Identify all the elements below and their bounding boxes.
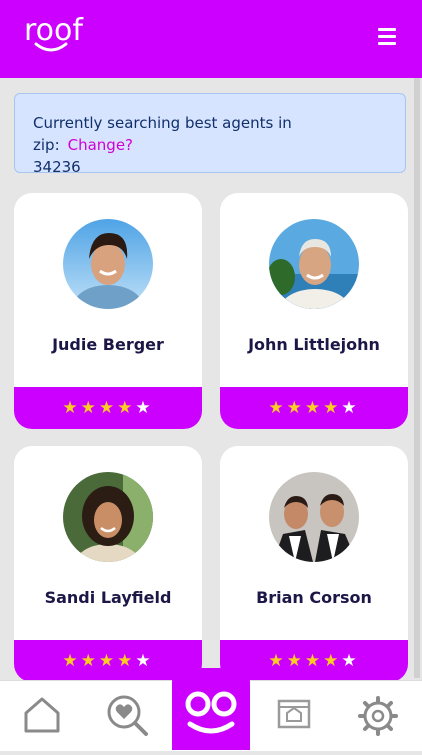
star-icon: ★ — [135, 651, 154, 671]
hamburger-menu-icon[interactable] — [378, 28, 396, 45]
star-icon: ★ — [268, 651, 287, 671]
agent-avatar — [269, 219, 359, 309]
star-icon: ★ — [117, 398, 136, 418]
scrollbar[interactable] — [414, 78, 420, 678]
nav-listings[interactable] — [259, 681, 329, 751]
agent-card[interactable]: John Littlejohn ★★★★★ — [220, 193, 408, 429]
app-header: roof — [0, 0, 422, 78]
search-heart-icon — [107, 695, 148, 736]
logo-smile-icon — [34, 42, 68, 52]
star-icon: ★ — [80, 651, 99, 671]
star-icon: ★ — [341, 398, 360, 418]
agent-name: John Littlejohn — [248, 335, 380, 354]
settings-gear-icon — [358, 696, 398, 736]
star-icon: ★ — [117, 651, 136, 671]
change-zip-link[interactable]: Change? — [68, 136, 133, 154]
star-icon: ★ — [135, 398, 154, 418]
star-icon: ★ — [304, 398, 324, 418]
agent-name: Sandi Layfield — [44, 588, 172, 607]
home-icon — [24, 697, 60, 733]
star-icon: ★ — [341, 651, 360, 671]
listing-icon — [277, 699, 311, 729]
star-icon: ★ — [268, 398, 287, 418]
star-icon: ★ — [286, 651, 305, 671]
nav-roof-home[interactable] — [172, 668, 250, 750]
star-icon: ★ — [62, 651, 81, 671]
star-icon: ★ — [98, 651, 118, 671]
rating-bar: ★★★★★ — [14, 387, 202, 429]
star-icon: ★ — [323, 398, 342, 418]
star-icon: ★ — [80, 398, 99, 418]
roof-face-icon — [185, 691, 237, 734]
zip-code: 34236 — [33, 158, 81, 176]
nav-search-favorites[interactable] — [92, 681, 162, 751]
nav-home[interactable] — [7, 681, 77, 751]
zip-notice: Currently searching best agents in zip: C… — [14, 93, 406, 176]
rating-bar: ★★★★★ — [220, 387, 408, 429]
agent-card[interactable]: Sandi Layfield ★★★★★ — [14, 446, 202, 682]
star-icon: ★ — [62, 398, 81, 418]
star-icon: ★ — [286, 398, 305, 418]
agent-avatar — [63, 219, 153, 309]
agent-card[interactable]: Judie Berger ★★★★★ — [14, 193, 202, 429]
agent-avatar — [269, 472, 359, 562]
star-icon: ★ — [98, 398, 118, 418]
agent-name: Brian Corson — [256, 588, 372, 607]
star-icon: ★ — [304, 651, 324, 671]
star-icon: ★ — [323, 651, 342, 671]
agent-name: Judie Berger — [52, 335, 164, 354]
agent-card[interactable]: Brian Corson ★★★★★ — [220, 446, 408, 682]
nav-settings[interactable] — [343, 681, 413, 751]
agent-avatar — [63, 472, 153, 562]
